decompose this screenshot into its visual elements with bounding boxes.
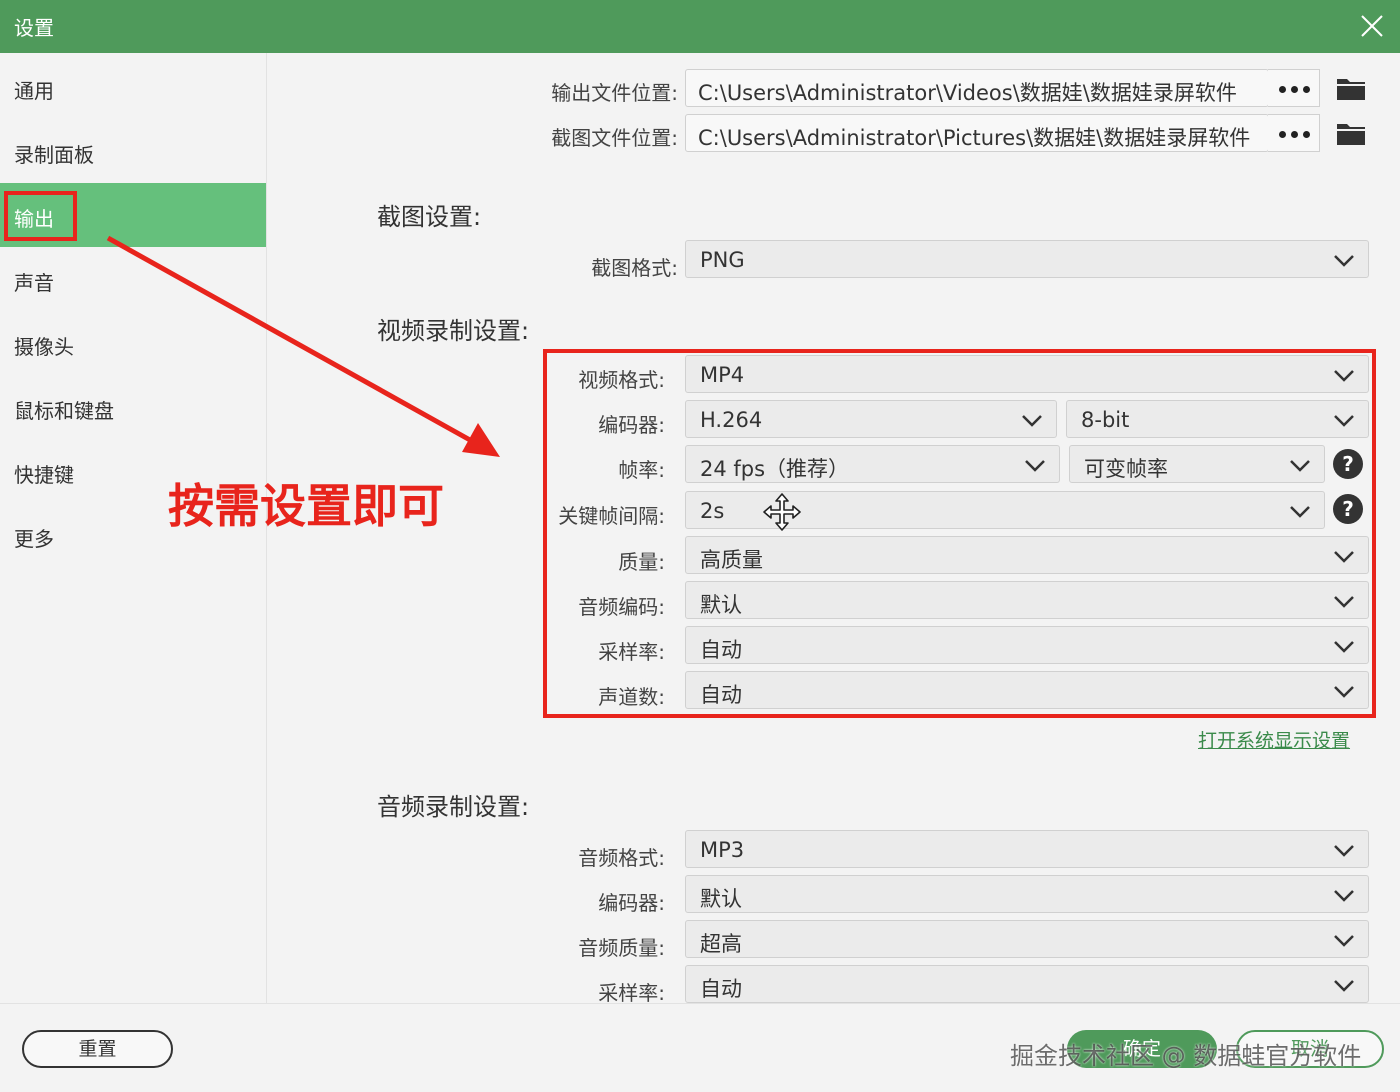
output-path-label: 输出文件位置: [551, 81, 678, 105]
annotation-highlight-box [543, 349, 1376, 718]
folder-icon[interactable] [1336, 120, 1366, 146]
sidebar-item-label: 鼠标和键盘 [14, 399, 114, 423]
sidebar-item-label: 声音 [14, 271, 54, 295]
audio-encoder-value: 默认 [700, 887, 742, 911]
output-path-value: C:\Users\Administrator\Videos\数据娃\数据娃录屏软… [698, 81, 1237, 105]
close-icon[interactable] [1352, 6, 1392, 46]
sidebar-item-label: 通用 [14, 79, 54, 103]
reset-button[interactable]: 重置 [22, 1030, 173, 1068]
screenshot-format-label: 截图格式: [591, 256, 678, 280]
audio-format-select[interactable]: MP3 [685, 830, 1369, 868]
sidebar-item-mouse-keyboard[interactable]: 鼠标和键盘 [0, 375, 266, 439]
title-bar: 设置 [0, 0, 1400, 53]
audio-encoder-label: 编码器: [598, 891, 665, 915]
sidebar-item-sound[interactable]: 声音 [0, 247, 266, 311]
sidebar-item-output[interactable]: 输出 [0, 183, 266, 247]
screenshot-settings-title: 截图设置: [377, 203, 482, 231]
audio-format-value: MP3 [700, 838, 745, 862]
sidebar-item-label: 更多 [14, 527, 54, 551]
chevron-down-icon [1334, 980, 1354, 992]
chevron-down-icon [1334, 890, 1354, 902]
chevron-down-icon [1334, 845, 1354, 857]
sidebar-item-label: 快捷键 [14, 463, 74, 487]
video-settings-title: 视频录制设置: [377, 317, 530, 345]
chevron-down-icon [1334, 935, 1354, 947]
output-path-browse-button[interactable] [1268, 69, 1320, 107]
sidebar-item-recording-panel[interactable]: 录制面板 [0, 119, 266, 183]
folder-icon[interactable] [1336, 75, 1366, 101]
output-path-field[interactable]: C:\Users\Administrator\Videos\数据娃\数据娃录屏软… [685, 69, 1269, 107]
annotation-text: 按需设置即可 [168, 479, 444, 533]
audio-samplerate-select[interactable]: 自动 [685, 965, 1369, 1003]
watermark: 掘金技术社区 @ 数据蛙官方软件 [1010, 1042, 1362, 1070]
audio-settings-title: 音频录制设置: [377, 793, 530, 821]
sidebar-item-general[interactable]: 通用 [0, 55, 266, 119]
screenshot-path-label: 截图文件位置: [551, 126, 678, 150]
sidebar-item-label: 摄像头 [14, 335, 74, 359]
open-display-settings-link[interactable]: 打开系统显示设置 [1198, 726, 1350, 753]
audio-quality-label: 音频质量: [578, 936, 665, 960]
sidebar-item-label: 输出 [14, 207, 54, 231]
audio-format-label: 音频格式: [578, 846, 665, 870]
audio-samplerate-label: 采样率: [598, 981, 665, 1005]
audio-quality-select[interactable]: 超高 [685, 920, 1369, 958]
screenshot-format-value: PNG [700, 248, 745, 272]
sidebar-item-camera[interactable]: 摄像头 [0, 311, 266, 375]
audio-quality-value: 超高 [700, 932, 742, 956]
chevron-down-icon [1334, 255, 1354, 267]
audio-samplerate-value: 自动 [700, 977, 742, 1001]
screenshot-path-value: C:\Users\Administrator\Pictures\数据娃\数据娃录… [698, 126, 1251, 150]
screenshot-format-select[interactable]: PNG [685, 240, 1369, 278]
window-title: 设置 [14, 16, 54, 40]
sidebar-item-label: 录制面板 [14, 143, 94, 167]
screenshot-path-field[interactable]: C:\Users\Administrator\Pictures\数据娃\数据娃录… [685, 114, 1269, 152]
screenshot-path-browse-button[interactable] [1268, 114, 1320, 152]
footer: 重置 确定 取消 掘金技术社区 @ 数据蛙官方软件 [0, 1003, 1400, 1092]
audio-encoder-select[interactable]: 默认 [685, 875, 1369, 913]
